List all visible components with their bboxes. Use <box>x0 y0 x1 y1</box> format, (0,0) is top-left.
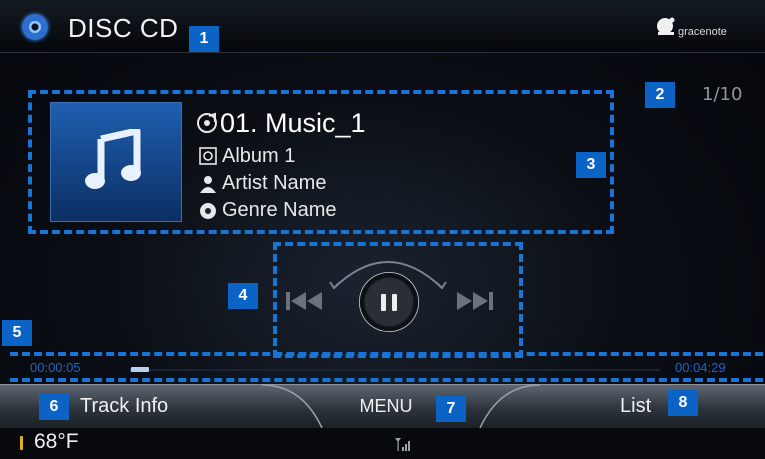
track-icon <box>197 112 217 133</box>
menu-button[interactable]: MENU <box>300 384 500 428</box>
artist-name: Artist Name <box>222 172 327 194</box>
annotation-marker-5: 5 <box>2 320 32 346</box>
track-info-label: Track Info <box>80 395 169 417</box>
gracenote-logo-text: gracenote <box>678 26 727 38</box>
cd-player-screen: DISC CD gracenote 1/10 01. Music_1 Album… <box>0 0 765 459</box>
annotation-marker-2: 2 <box>645 82 675 108</box>
genre-name: Genre Name <box>222 199 337 221</box>
annotation-marker-7: 7 <box>436 396 466 422</box>
annotation-marker-4: 4 <box>228 283 258 309</box>
progress-bar[interactable] <box>130 367 660 372</box>
music-note-icon <box>85 129 141 189</box>
signal-icon <box>395 438 410 451</box>
annotation-marker-8: 8 <box>668 390 698 416</box>
menu-label: MENU <box>359 396 413 416</box>
annotation-marker-6: 6 <box>39 394 69 420</box>
pause-icon <box>381 294 386 311</box>
artist-icon <box>200 176 216 193</box>
pause-button[interactable] <box>359 272 419 332</box>
gracenote-logo-icon <box>657 17 675 35</box>
annotation-marker-1: 1 <box>189 26 219 52</box>
progress-region <box>10 352 763 382</box>
disc-icon <box>22 14 48 40</box>
track-title: 01. Music_1 <box>220 108 366 138</box>
skip-previous-icon[interactable] <box>284 289 324 313</box>
album-art <box>50 102 182 222</box>
skip-next-icon[interactable] <box>455 289 495 313</box>
genre-icon <box>200 203 216 219</box>
album-icon <box>199 147 217 165</box>
total-time: 00:04:29 <box>675 360 726 375</box>
annotation-marker-3: 3 <box>576 152 606 178</box>
progress-thumb[interactable] <box>131 367 150 372</box>
album-name: Album 1 <box>222 145 296 167</box>
list-button[interactable]: List <box>500 384 765 428</box>
gracenote-logo: gracenote <box>656 14 756 44</box>
temperature: 68°F <box>34 430 79 453</box>
track-counter: 1/10 <box>702 84 743 105</box>
status-bar <box>0 428 765 459</box>
pause-icon <box>392 294 397 311</box>
elapsed-time: 00:00:05 <box>30 360 81 375</box>
list-label: List <box>620 395 652 417</box>
thermometer-icon <box>20 436 23 450</box>
page-title: DISC CD <box>68 13 179 43</box>
